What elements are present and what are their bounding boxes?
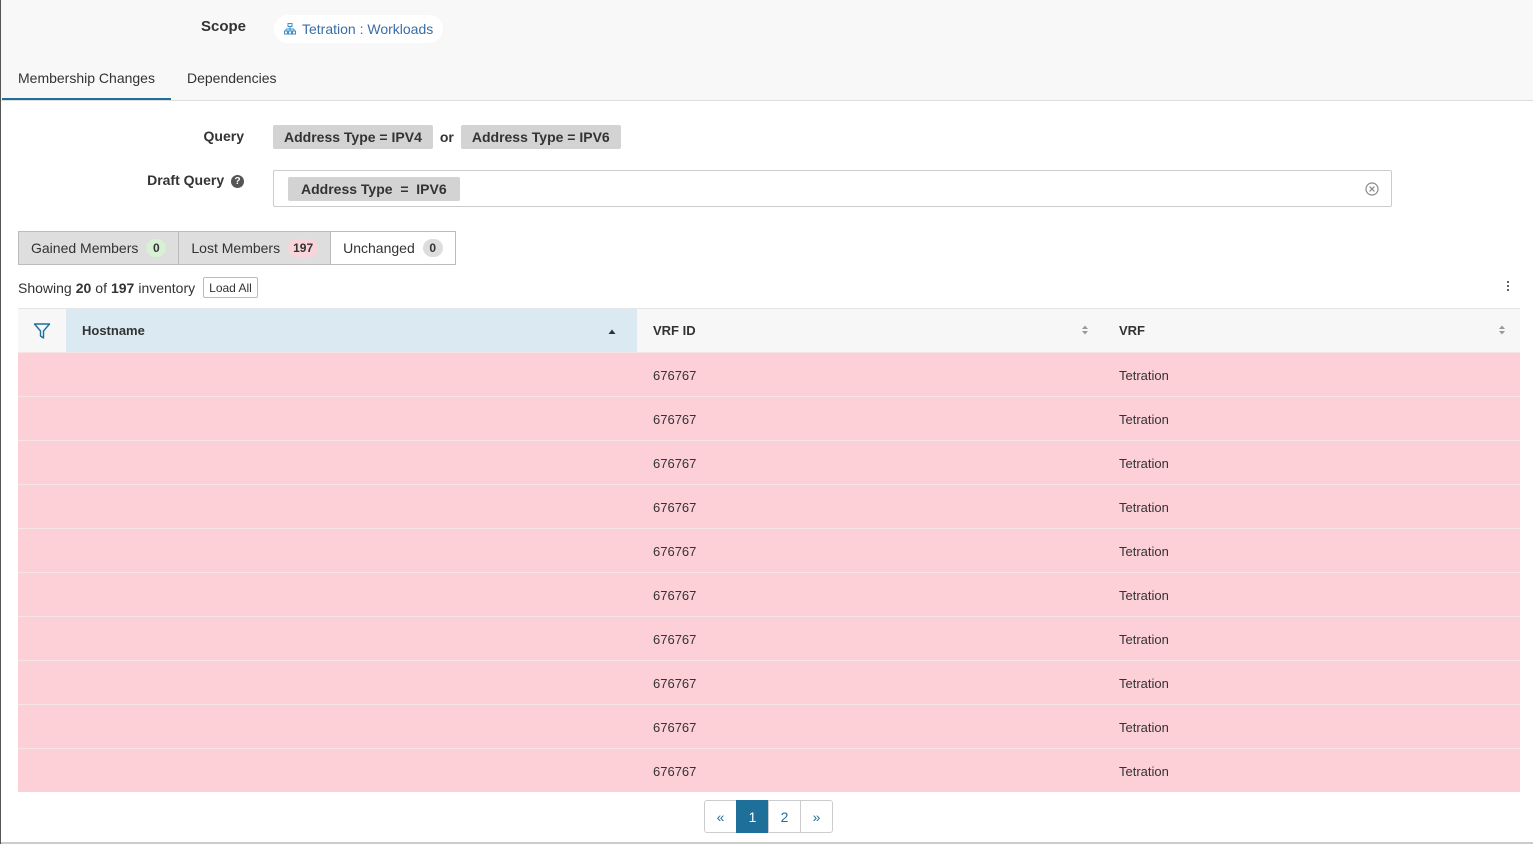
cell-vrf: Tetration xyxy=(1119,367,1169,383)
lost-members-label: Lost Members xyxy=(191,240,281,256)
table-row[interactable]: 676767 Tetration xyxy=(18,660,1520,704)
scope-chip[interactable]: Tetration : Workloads xyxy=(274,15,444,43)
table-row[interactable]: 676767 Tetration xyxy=(18,616,1520,660)
lost-members-count: 197 xyxy=(288,239,319,257)
showing-summary: Showing 20 of 197 inventory Load All xyxy=(18,277,258,298)
pagination-prev[interactable]: « xyxy=(704,800,737,833)
table-row[interactable]: 676767 Tetration xyxy=(18,396,1520,440)
column-filter-button[interactable] xyxy=(18,309,66,352)
draft-query-label: Draft Query ? xyxy=(101,172,244,188)
showing-prefix: Showing xyxy=(18,279,72,296)
cell-vrf-id: 676767 xyxy=(653,367,697,383)
draft-query-input[interactable]: Address Type = IPV6 xyxy=(273,170,1392,207)
hierarchy-icon xyxy=(284,23,296,35)
table-body: 676767 Tetration 676767 Tetration 676767 Te… xyxy=(18,352,1520,792)
help-icon[interactable]: ? xyxy=(231,175,244,188)
query-chip: Address Type = IPV6 xyxy=(460,125,621,149)
gained-members-button[interactable]: Gained Members 0 xyxy=(18,231,180,265)
inventory-table: Hostname VRF ID VRF 676767 Tetration 6767 xyxy=(18,308,1520,792)
query-label: Query xyxy=(203,128,244,144)
cell-vrf-id: 676767 xyxy=(653,411,697,427)
cell-hostname xyxy=(66,441,637,485)
cell-vrf: Tetration xyxy=(1119,543,1169,559)
table-row[interactable]: 676767 Tetration xyxy=(18,704,1520,748)
cell-hostname xyxy=(66,353,637,397)
cell-hostname xyxy=(66,705,637,749)
member-filter-segments: Gained Members 0 Lost Members 197 Unchan… xyxy=(18,231,456,265)
table-header: Hostname VRF ID VRF xyxy=(18,308,1520,352)
cell-vrf: Tetration xyxy=(1119,455,1169,471)
pagination: « 1 2 » xyxy=(704,800,833,833)
cell-vrf: Tetration xyxy=(1119,411,1169,427)
pagination-page-1[interactable]: 1 xyxy=(736,800,769,833)
pagination-next[interactable]: » xyxy=(800,800,833,833)
scope-value: Tetration : Workloads xyxy=(302,21,434,37)
cell-vrf: Tetration xyxy=(1119,675,1169,691)
cell-vrf: Tetration xyxy=(1119,719,1169,735)
gained-members-count: 0 xyxy=(146,239,167,257)
tab-bar: Membership Changes Dependencies xyxy=(2,60,292,101)
showing-total: 197 xyxy=(110,279,135,296)
cell-hostname xyxy=(66,749,637,793)
cell-hostname xyxy=(66,573,637,617)
pagination-page-2[interactable]: 2 xyxy=(768,800,801,833)
cell-vrf: Tetration xyxy=(1119,631,1169,647)
table-row[interactable]: 676767 Tetration xyxy=(18,352,1520,396)
table-row[interactable]: 676767 Tetration xyxy=(18,748,1520,792)
tab-dependencies[interactable]: Dependencies xyxy=(171,60,293,101)
showing-shown: 20 xyxy=(75,279,92,296)
cell-vrf-id: 676767 xyxy=(653,719,697,735)
lost-members-button[interactable]: Lost Members 197 xyxy=(178,231,332,265)
cell-vrf-id: 676767 xyxy=(653,499,697,515)
membership-changes-panel: Query Address Type = IPV4 or Address Typ… xyxy=(0,101,1533,844)
draft-query-chip[interactable]: Address Type = IPV6 xyxy=(288,177,460,201)
table-row[interactable]: 676767 Tetration xyxy=(18,572,1520,616)
cell-vrf-id: 676767 xyxy=(653,675,697,691)
cell-vrf-id: 676767 xyxy=(653,455,697,471)
cell-hostname xyxy=(66,617,637,661)
sort-both-icon xyxy=(1499,325,1505,335)
scope-header: Scope Tetration : Workloads Membership C… xyxy=(0,0,1533,101)
cell-vrf-id: 676767 xyxy=(653,543,697,559)
gained-members-label: Gained Members xyxy=(31,240,139,256)
query-chip: Address Type = IPV4 xyxy=(273,125,433,149)
column-header-vrf-id[interactable]: VRF ID xyxy=(637,309,1103,352)
cell-hostname xyxy=(66,529,637,573)
clear-icon[interactable] xyxy=(1365,182,1379,196)
cell-vrf-id: 676767 xyxy=(653,763,697,779)
unchanged-label: Unchanged xyxy=(343,240,415,256)
cell-hostname xyxy=(66,485,637,529)
cell-vrf: Tetration xyxy=(1119,587,1169,603)
cell-hostname xyxy=(66,397,637,441)
draft-query-label-text: Draft Query xyxy=(147,172,225,188)
query-chips: Address Type = IPV4 or Address Type = IP… xyxy=(273,125,621,149)
column-header-vrf[interactable]: VRF xyxy=(1103,309,1520,352)
table-row[interactable]: 676767 Tetration xyxy=(18,528,1520,572)
scope-label: Scope xyxy=(201,18,247,35)
showing-of: of xyxy=(95,279,107,296)
more-options-icon[interactable] xyxy=(1502,278,1514,294)
table-row[interactable]: 676767 Tetration xyxy=(18,440,1520,484)
cell-vrf: Tetration xyxy=(1119,499,1169,515)
column-header-label: VRF ID xyxy=(653,323,696,338)
cell-vrf-id: 676767 xyxy=(653,587,697,603)
column-header-label: Hostname xyxy=(82,323,145,338)
cell-vrf: Tetration xyxy=(1119,763,1169,779)
filter-icon xyxy=(33,322,51,339)
query-or: or xyxy=(439,129,454,145)
column-header-hostname[interactable]: Hostname xyxy=(66,309,637,352)
cell-hostname xyxy=(66,661,637,705)
sort-ascending-icon xyxy=(608,329,616,334)
unchanged-button[interactable]: Unchanged 0 xyxy=(330,231,456,265)
sort-both-icon xyxy=(1082,325,1088,335)
tab-membership-changes[interactable]: Membership Changes xyxy=(2,60,171,101)
unchanged-count: 0 xyxy=(422,239,443,257)
table-row[interactable]: 676767 Tetration xyxy=(18,484,1520,528)
showing-suffix: inventory xyxy=(138,279,196,296)
column-header-label: VRF xyxy=(1119,323,1145,338)
load-all-button[interactable]: Load All xyxy=(203,277,258,298)
cell-vrf-id: 676767 xyxy=(653,631,697,647)
